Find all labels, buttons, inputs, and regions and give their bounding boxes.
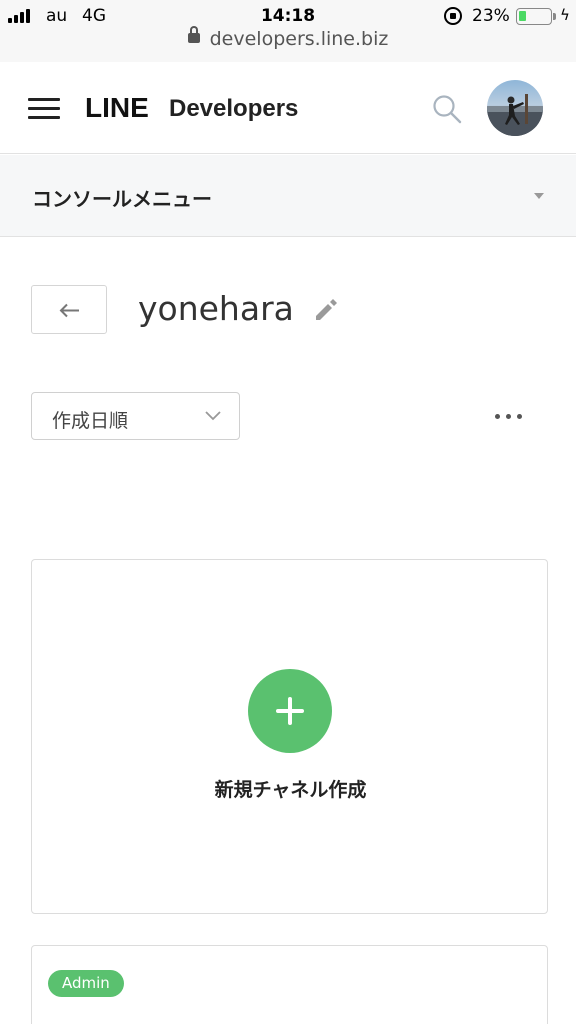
back-button[interactable]	[31, 285, 107, 334]
caret-down-icon	[534, 193, 544, 199]
charging-icon: ϟ	[560, 6, 570, 24]
sort-select[interactable]: 作成日順	[31, 392, 240, 440]
status-bar: au 4G 14:18 23% ϟ developers.line.biz	[0, 0, 576, 62]
channel-card[interactable]: Admin	[31, 945, 548, 1024]
battery-percent: 23%	[472, 6, 510, 26]
url-text: developers.line.biz	[209, 28, 389, 50]
avatar[interactable]	[487, 80, 543, 136]
menu-icon[interactable]	[28, 98, 60, 120]
arrow-left-icon	[59, 303, 79, 318]
sort-selected-value: 作成日順	[52, 410, 129, 432]
admin-badge: Admin	[48, 970, 124, 997]
search-icon[interactable]	[432, 94, 462, 124]
plus-icon[interactable]	[248, 669, 332, 753]
logo-developers[interactable]: Developers	[169, 95, 298, 123]
new-channel-label: 新規チャネル作成	[214, 779, 367, 801]
avatar-photo	[487, 94, 543, 136]
logo-line[interactable]: LINE	[85, 92, 149, 124]
url-bar[interactable]: developers.line.biz	[0, 25, 576, 58]
app-header: LINE Developers	[0, 62, 576, 154]
battery-icon	[516, 8, 552, 25]
battery-cap	[553, 13, 556, 20]
battery-fill	[519, 11, 526, 21]
new-channel-card[interactable]: 新規チャネル作成	[31, 559, 548, 914]
provider-name: yonehara	[138, 289, 294, 328]
chevron-down-icon	[205, 411, 221, 421]
more-options-icon[interactable]	[488, 404, 528, 428]
lock-icon	[187, 25, 200, 43]
orientation-lock-icon	[444, 7, 462, 25]
console-menu-dropdown[interactable]: コンソールメニュー	[0, 155, 576, 237]
pencil-icon[interactable]	[312, 296, 340, 324]
console-menu-label: コンソールメニュー	[32, 187, 212, 211]
